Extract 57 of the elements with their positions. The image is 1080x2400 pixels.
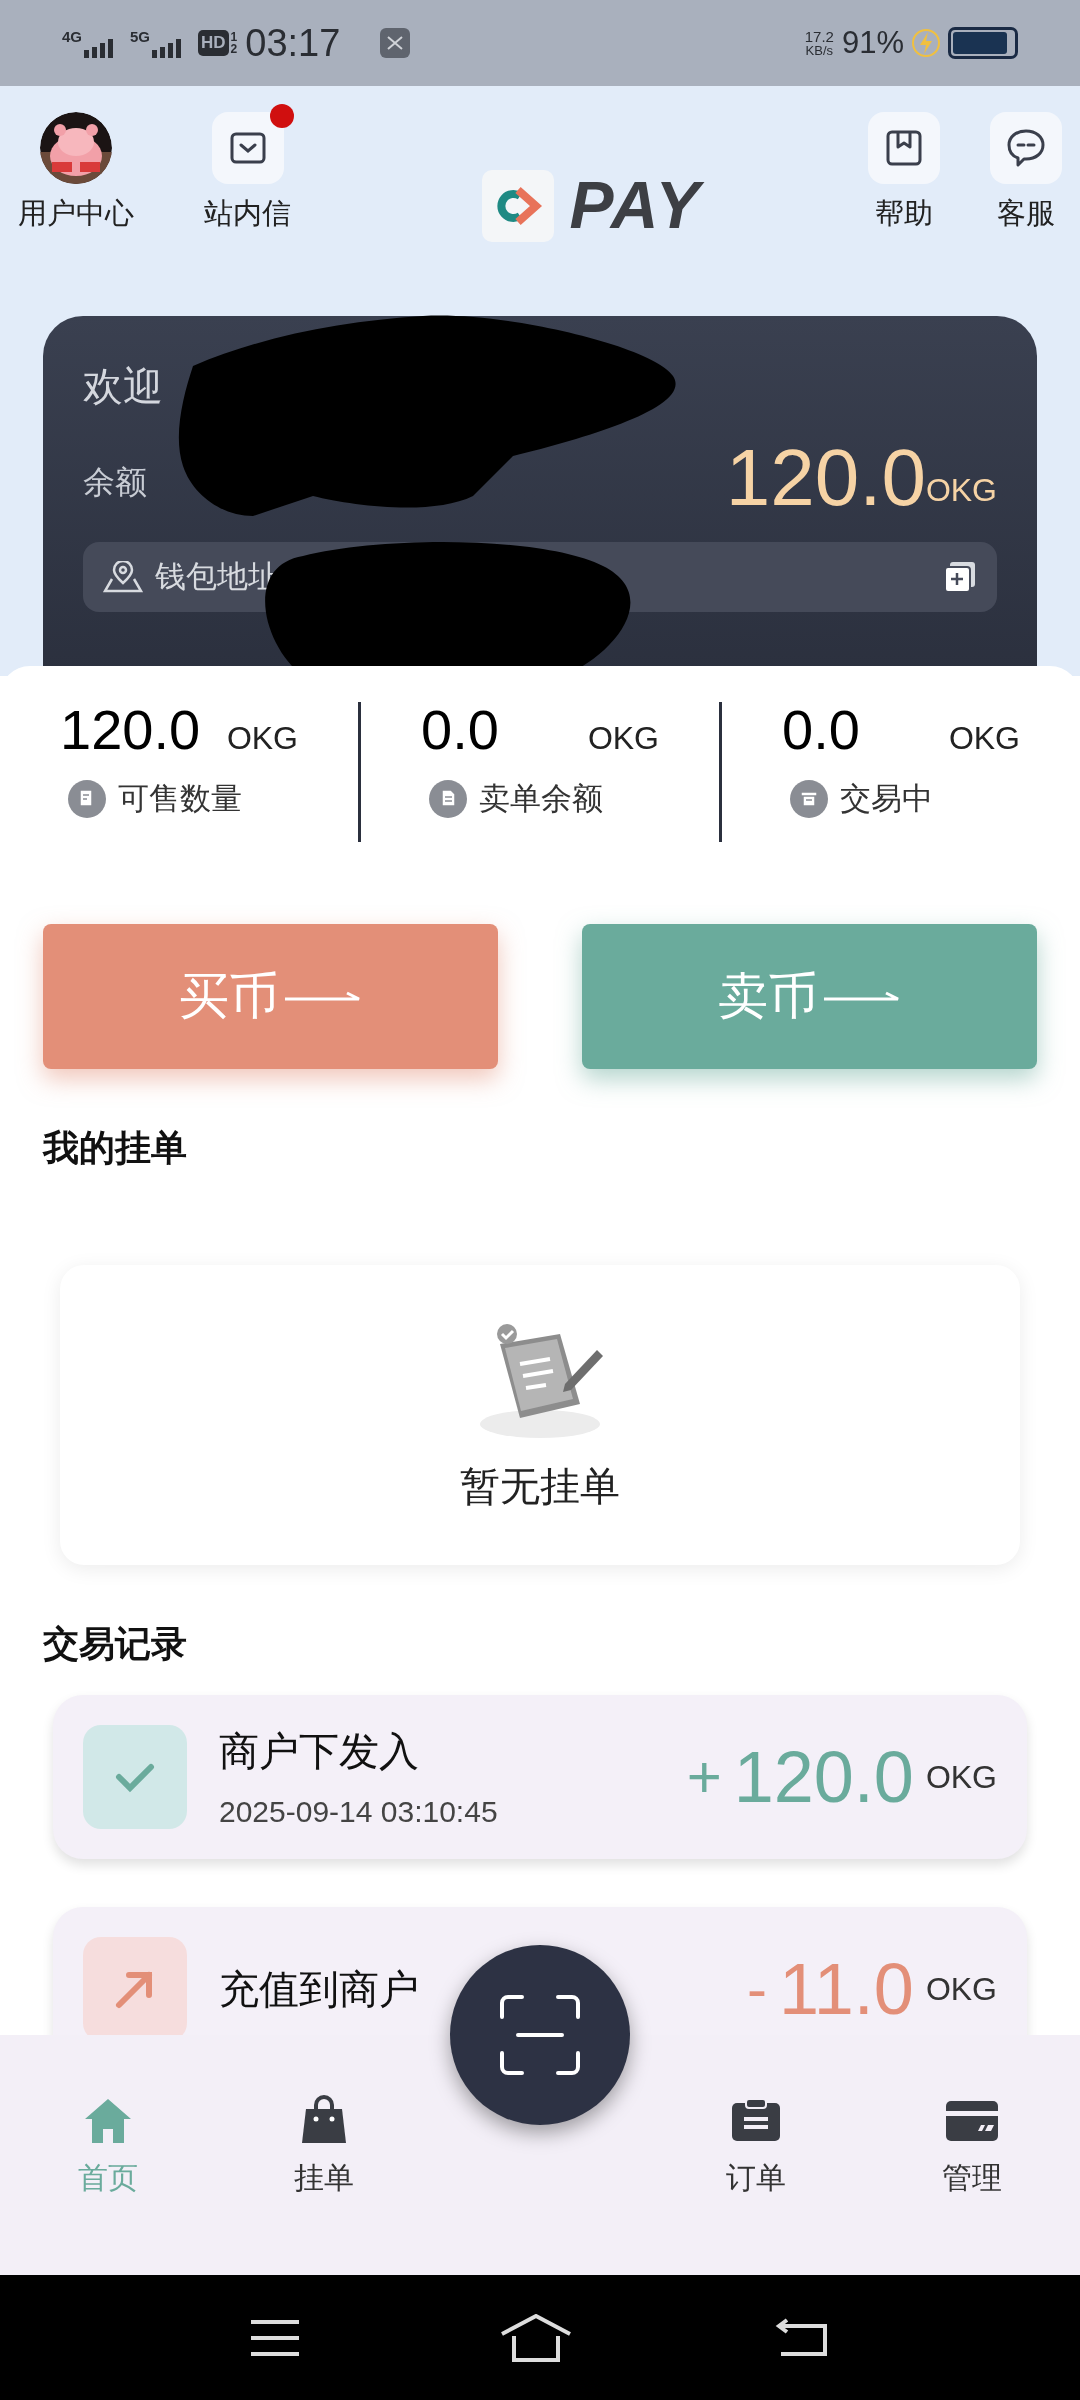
stat-unit: OKG	[948, 719, 1020, 758]
balance-value: 120.0	[725, 438, 926, 518]
section-title: 交易记录	[42, 1622, 188, 1666]
network-label: 5G	[130, 28, 151, 44]
scan-icon	[498, 1993, 582, 2077]
printer-icon	[790, 780, 828, 819]
header-label[interactable]: 站内信	[204, 192, 291, 236]
empty-text: 暂无挂单	[460, 1463, 620, 1510]
home-icon[interactable]	[500, 2313, 572, 2362]
hd-badge: HD	[198, 30, 229, 56]
amount-value: 120.0	[733, 1741, 914, 1813]
charging-icon	[912, 28, 940, 58]
amount-value: 11.0	[779, 1953, 914, 2025]
stat-value: 0.0	[421, 702, 499, 758]
stat-label: 卖单余额	[479, 780, 603, 818]
amount-sign: -	[747, 1959, 768, 2019]
tab-item[interactable]: 订单	[648, 2095, 864, 2205]
sim-slot-label: 2	[230, 43, 238, 55]
stat-value: 120.0	[60, 702, 201, 758]
document-icon	[429, 780, 467, 819]
stat-label: 可售数量	[118, 780, 242, 818]
stat-unit: OKG	[587, 719, 659, 758]
sim-slot-label: 1	[230, 31, 238, 43]
network-label: 4G	[62, 28, 82, 44]
greeting-text: 欢迎	[83, 363, 164, 410]
logo-text: PAY	[569, 167, 702, 244]
battery-icon	[948, 27, 1018, 59]
header-label[interactable]: 帮助	[875, 192, 933, 236]
copy-icon[interactable]	[943, 560, 977, 594]
amount-sign: +	[686, 1747, 722, 1807]
balance-label: 余额	[83, 463, 147, 502]
stat-label: 交易中	[840, 780, 933, 818]
icon-tile[interactable]	[868, 112, 940, 184]
stat-unit: OKG	[226, 719, 298, 758]
stat-value: 0.0	[782, 702, 860, 758]
section-title: 我的挂单	[41, 1126, 188, 1170]
book-icon[interactable]	[884, 128, 924, 168]
location-icon	[103, 561, 143, 593]
amount-unit: OKG	[925, 1970, 997, 2009]
transaction-title: 充值到商户	[219, 1966, 420, 2013]
icon-tile[interactable]	[990, 112, 1062, 184]
header-label[interactable]: 客服	[997, 192, 1055, 236]
icon-tile[interactable]	[211, 112, 284, 184]
transaction-title: 商户下发入	[219, 1727, 420, 1775]
battery-percent: 91%	[841, 23, 904, 62]
balance-unit: OKG	[925, 471, 997, 510]
header-label[interactable]: 用户中心	[18, 192, 134, 236]
menu-icon[interactable]	[249, 2317, 302, 2358]
tab-item[interactable]: 挂单	[216, 2095, 432, 2205]
transaction-time: 2025-09-14 03:10:45	[219, 1793, 499, 1830]
speed-unit: KB/s	[805, 44, 834, 57]
clock: 03:17	[245, 20, 341, 66]
amount-unit: OKG	[925, 1758, 997, 1797]
speed-value: 17.2	[804, 29, 834, 44]
tab-item[interactable]: 管理	[864, 2095, 1080, 2205]
document-icon	[68, 780, 106, 819]
logo-icon	[481, 169, 554, 242]
